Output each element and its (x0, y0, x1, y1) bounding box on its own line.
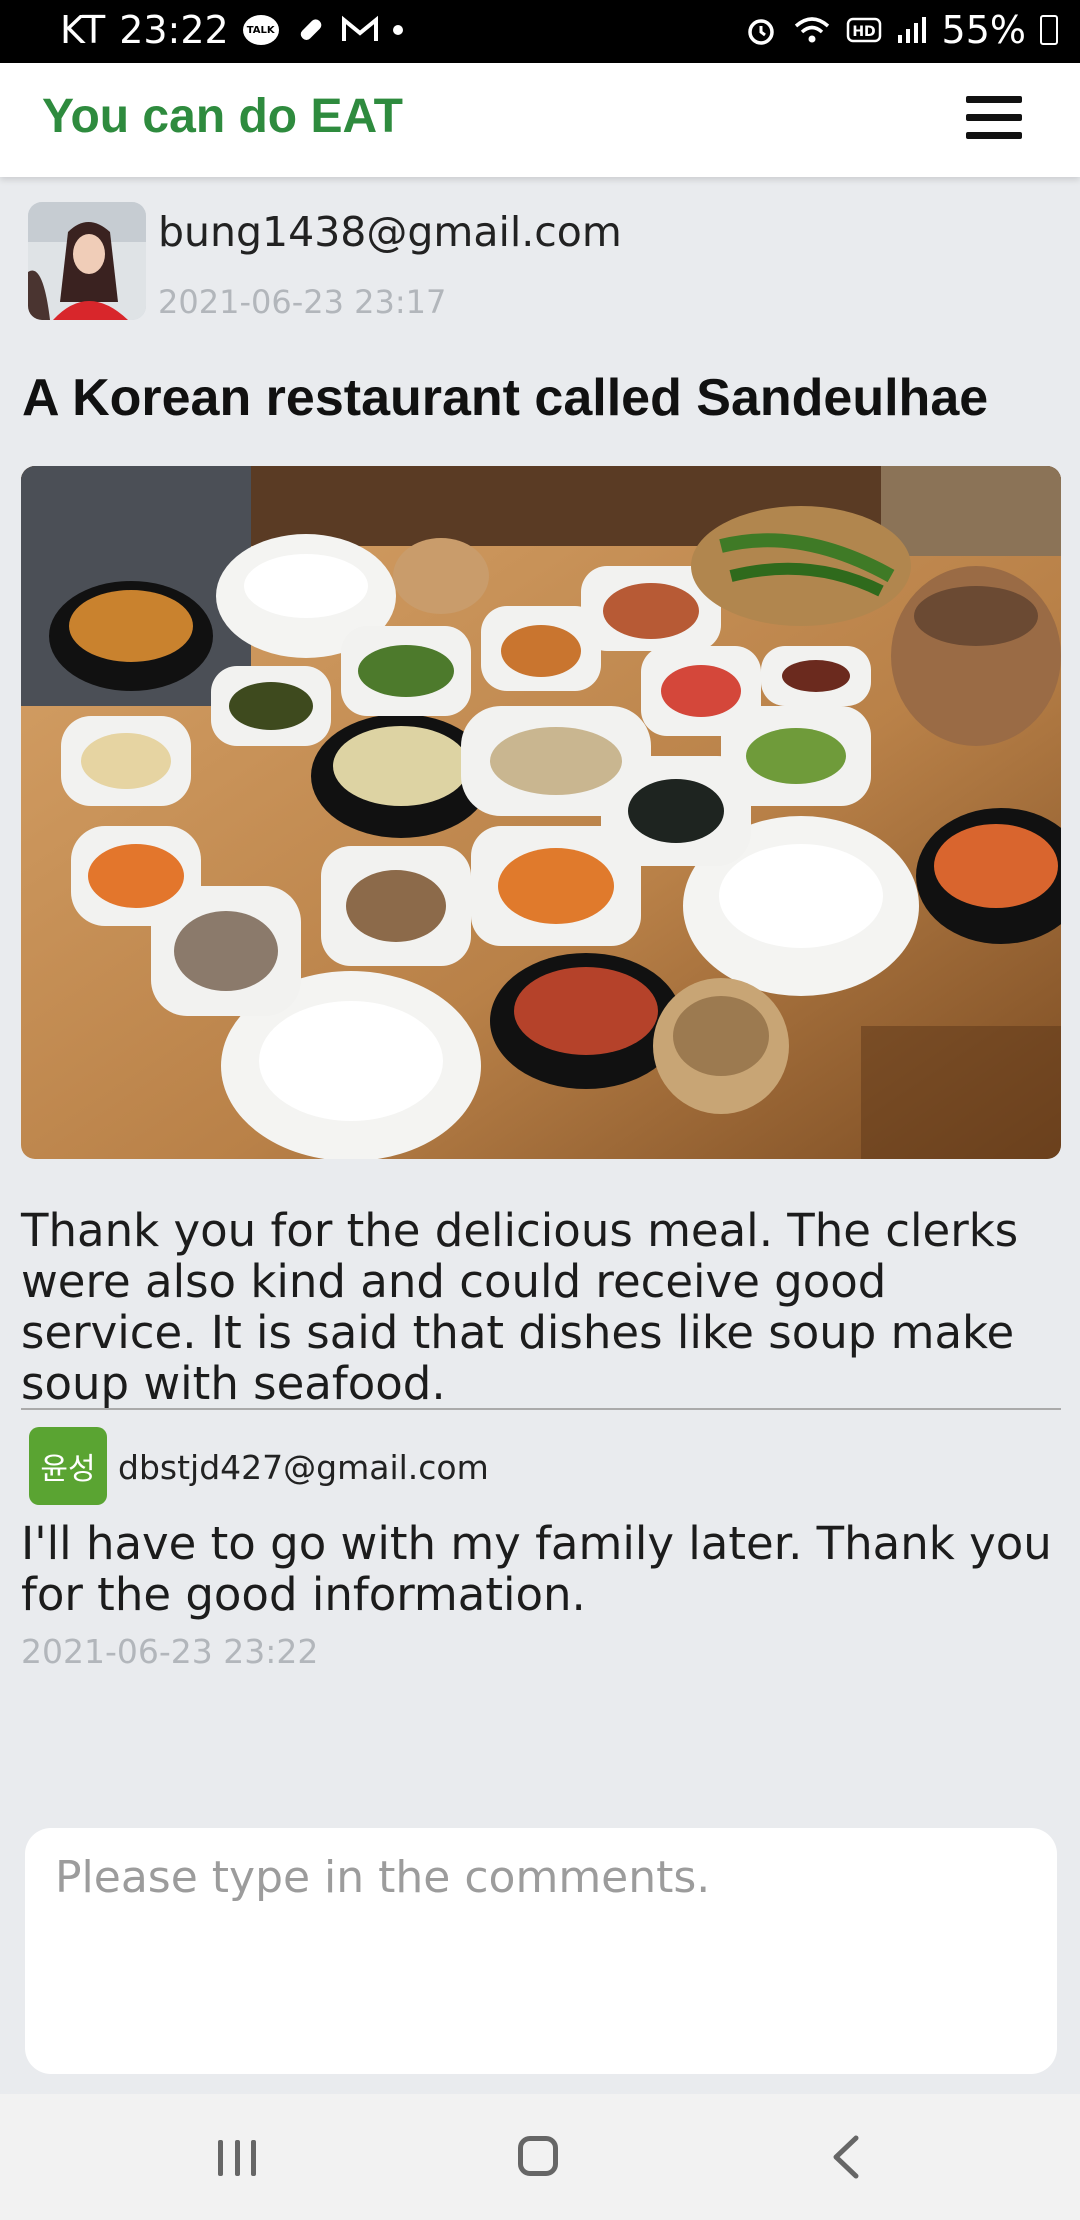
battery-icon (1040, 15, 1058, 45)
recent-apps-icon[interactable] (218, 2140, 256, 2176)
post-photo[interactable] (21, 466, 1061, 1159)
comment-text: I'll have to go with my family later. Th… (21, 1517, 1052, 1621)
carrier-label: KT (60, 8, 106, 52)
comments-divider (21, 1408, 1061, 1410)
post-title: A Korean restaurant called Sandeulhae (22, 369, 989, 427)
back-icon[interactable] (826, 2134, 866, 2180)
commenter-avatar[interactable]: 윤성 (29, 1427, 107, 1505)
app-title[interactable]: You can do EAT (42, 89, 403, 144)
bandage-icon (293, 13, 327, 47)
status-bar: KT 23:22 TALK HD 55% (0, 0, 1080, 63)
hd-icon: HD (846, 15, 882, 45)
notification-dot-icon (392, 25, 403, 35)
wifi-icon (792, 14, 832, 46)
battery-percent-label: 55% (941, 8, 1026, 52)
post-author-email[interactable]: bung1438@gmail.com (158, 208, 622, 256)
comment-author-email[interactable]: dbstjd427@gmail.com (118, 1448, 489, 1487)
hamburger-menu-icon[interactable] (966, 96, 1022, 140)
comment-input[interactable] (25, 1828, 1057, 2074)
signal-icon (896, 15, 928, 45)
post-body: Thank you for the delicious meal. The cl… (21, 1204, 1019, 1410)
clock-label: 23:22 (119, 8, 229, 52)
home-icon[interactable] (518, 2136, 558, 2176)
comment-timestamp: 2021-06-23 23:22 (21, 1632, 319, 1671)
gmail-icon (341, 15, 379, 45)
app-bar: You can do EAT (0, 63, 1080, 177)
alarm-icon (744, 13, 778, 47)
post-timestamp: 2021-06-23 23:17 (158, 283, 447, 321)
svg-text:HD: HD (852, 24, 875, 40)
system-nav-bar (0, 2094, 1080, 2220)
author-avatar[interactable] (28, 202, 146, 320)
kakaotalk-icon: TALK (242, 15, 279, 45)
